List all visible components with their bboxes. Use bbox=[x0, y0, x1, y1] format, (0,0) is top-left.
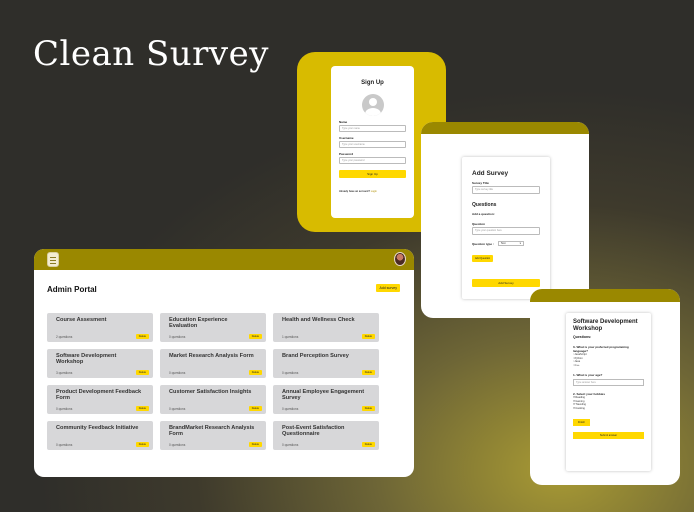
delete-survey-button[interactable]: Delete bbox=[361, 405, 375, 411]
question-0-text: 0- What is your preferred programming la… bbox=[573, 344, 629, 353]
survey-card[interactable]: Course Assesment 2 questions Delete bbox=[47, 313, 153, 342]
survey-card[interactable]: Product Development Feedback Form 0 ques… bbox=[47, 385, 153, 414]
page-title: Admin Portal bbox=[47, 285, 97, 294]
survey-card-count: 2 questions bbox=[56, 335, 73, 339]
survey-answer-title: Software Development Workshop bbox=[573, 319, 638, 332]
delete-survey-button[interactable]: Delete bbox=[135, 333, 149, 339]
survey-card[interactable]: Market Research Analysis Form 0 question… bbox=[160, 349, 266, 378]
checkbox-option[interactable]: ☐Cooking bbox=[573, 407, 644, 410]
add-question-label: Add a question: bbox=[472, 212, 495, 216]
delete-survey-button[interactable]: Delete bbox=[361, 369, 375, 375]
age-answer-input[interactable]: Type answer here bbox=[573, 378, 644, 386]
survey-card[interactable]: Community Feedback Initiative 0 question… bbox=[47, 421, 153, 450]
survey-card-title: Post-Event Satisfaction Questionnaire bbox=[282, 425, 345, 438]
survey-card-count: 0 questions bbox=[282, 443, 299, 447]
avatar[interactable] bbox=[394, 252, 406, 266]
survey-card-title: Community Feedback Initiative bbox=[56, 425, 139, 431]
add-survey-submit-button[interactable]: Add Survey bbox=[472, 279, 540, 287]
survey-card-count: 0 questions bbox=[56, 407, 73, 411]
survey-answer-subtitle: Questions: bbox=[573, 334, 592, 339]
submit-answer-button[interactable]: Submit answer bbox=[573, 431, 644, 439]
survey-card-title: Customer Satisfaction Insights bbox=[169, 389, 252, 395]
signup-button[interactable]: Sign Up bbox=[339, 170, 406, 178]
checkbox-option-label: Cooking bbox=[575, 406, 585, 410]
username-label: Username bbox=[339, 136, 354, 140]
name-input[interactable]: Type your name bbox=[339, 125, 406, 132]
survey-card[interactable]: Annual Employee Engagement Survey 0 ques… bbox=[273, 385, 379, 414]
delete-survey-button[interactable]: Delete bbox=[361, 441, 375, 447]
hero-title: Clean Survey bbox=[33, 34, 269, 74]
add-survey-button[interactable]: Add survey bbox=[376, 284, 400, 292]
question-type-label: Question type : bbox=[472, 241, 494, 246]
chevron-down-icon: ▾ bbox=[519, 242, 521, 245]
admin-portal-frame: Admin Portal Add survey Course Assesment… bbox=[34, 249, 414, 477]
survey-answer-header-band bbox=[530, 289, 680, 302]
login-prompt-text: Already have an account? bbox=[339, 190, 370, 193]
signup-title: Sign Up bbox=[361, 80, 384, 86]
question-type-value: Text bbox=[500, 242, 506, 245]
survey-card-count: 0 questions bbox=[169, 407, 186, 411]
avatar-placeholder-icon bbox=[361, 94, 384, 116]
survey-card-count: 0 questions bbox=[56, 443, 73, 447]
radio-option-label: C++ bbox=[574, 363, 580, 367]
survey-cards-grid: Course Assesment 2 questions Delete Educ… bbox=[47, 313, 379, 450]
survey-card-title: Market Research Analysis Form bbox=[169, 353, 254, 359]
survey-card-title: Health and Wellness Check bbox=[282, 317, 355, 323]
finish-button[interactable]: Finish bbox=[573, 418, 590, 426]
survey-card[interactable]: BrandMarket Research Analysis Form 0 que… bbox=[160, 421, 266, 450]
survey-card-count: 0 questions bbox=[169, 443, 186, 447]
delete-survey-button[interactable]: Delete bbox=[135, 369, 149, 375]
survey-title-input[interactable]: Type survey title bbox=[472, 186, 540, 194]
survey-card-count: 0 questions bbox=[282, 407, 299, 411]
survey-card-title: Annual Employee Engagement Survey bbox=[282, 389, 365, 402]
clipboard-logo-icon[interactable] bbox=[47, 252, 59, 267]
delete-survey-button[interactable]: Delete bbox=[135, 405, 149, 411]
question-label: Question bbox=[472, 222, 486, 226]
survey-card[interactable]: Customer Satisfaction Insights 0 questio… bbox=[160, 385, 266, 414]
survey-card-title: Product Development Feedback Form bbox=[56, 389, 142, 402]
add-survey-header-band bbox=[421, 122, 589, 134]
survey-answer-card: Software Development Workshop Questions:… bbox=[566, 313, 651, 471]
survey-card[interactable]: Software Development Workshop 3 question… bbox=[47, 349, 153, 378]
questions-heading: Questions bbox=[472, 202, 497, 208]
survey-card-title: Course Assesment bbox=[56, 317, 107, 323]
radio-option[interactable]: ○C++ bbox=[573, 364, 644, 367]
add-survey-title: Add Survey bbox=[472, 170, 509, 177]
question-1-text: 1- What is your age? bbox=[573, 372, 603, 377]
question-type-select[interactable]: Text ▾ bbox=[497, 241, 524, 246]
name-label: Name bbox=[339, 120, 348, 124]
username-input[interactable]: Type your username bbox=[339, 141, 406, 148]
password-input[interactable]: Type your password bbox=[339, 157, 406, 164]
add-survey-card: Add Survey Survey Title Type survey titl… bbox=[462, 157, 550, 299]
survey-card[interactable]: Education Experience Evaluation 0 questi… bbox=[160, 313, 266, 342]
survey-title-label: Survey Title bbox=[472, 181, 489, 185]
admin-header bbox=[34, 249, 414, 270]
question-type-row: Question type : Text ▾ bbox=[472, 241, 540, 246]
survey-card-count: 3 questions bbox=[56, 371, 73, 375]
survey-card-count: 0 questions bbox=[169, 371, 186, 375]
delete-survey-button[interactable]: Delete bbox=[248, 405, 262, 411]
delete-survey-button[interactable]: Delete bbox=[361, 333, 375, 339]
survey-card-title: Education Experience Evaluation bbox=[169, 317, 228, 330]
login-link[interactable]: Login bbox=[371, 190, 377, 193]
delete-survey-button[interactable]: Delete bbox=[248, 441, 262, 447]
delete-survey-button[interactable]: Delete bbox=[248, 333, 262, 339]
survey-card-count: 1 questions bbox=[282, 335, 299, 339]
delete-survey-button[interactable]: Delete bbox=[135, 441, 149, 447]
survey-card-count: 0 questions bbox=[282, 371, 299, 375]
delete-survey-button[interactable]: Delete bbox=[248, 369, 262, 375]
question-input[interactable]: Type your question here bbox=[472, 227, 540, 235]
add-question-button[interactable]: Add Question bbox=[472, 255, 494, 262]
survey-card-count: 0 questions bbox=[169, 335, 186, 339]
survey-card[interactable]: Brand Perception Survey 0 questions Dele… bbox=[273, 349, 379, 378]
signup-card: Sign Up Name Type your name Username Typ… bbox=[331, 66, 414, 218]
password-label: Password bbox=[339, 152, 354, 156]
survey-card-title: Software Development Workshop bbox=[56, 353, 117, 366]
login-prompt: Already have an account? Login bbox=[339, 190, 406, 193]
survey-card[interactable]: Post-Event Satisfaction Questionnaire 0 … bbox=[273, 421, 379, 450]
survey-card[interactable]: Health and Wellness Check 1 questions De… bbox=[273, 313, 379, 342]
survey-card-title: BrandMarket Research Analysis Form bbox=[169, 425, 255, 438]
survey-card-title: Brand Perception Survey bbox=[282, 353, 349, 359]
